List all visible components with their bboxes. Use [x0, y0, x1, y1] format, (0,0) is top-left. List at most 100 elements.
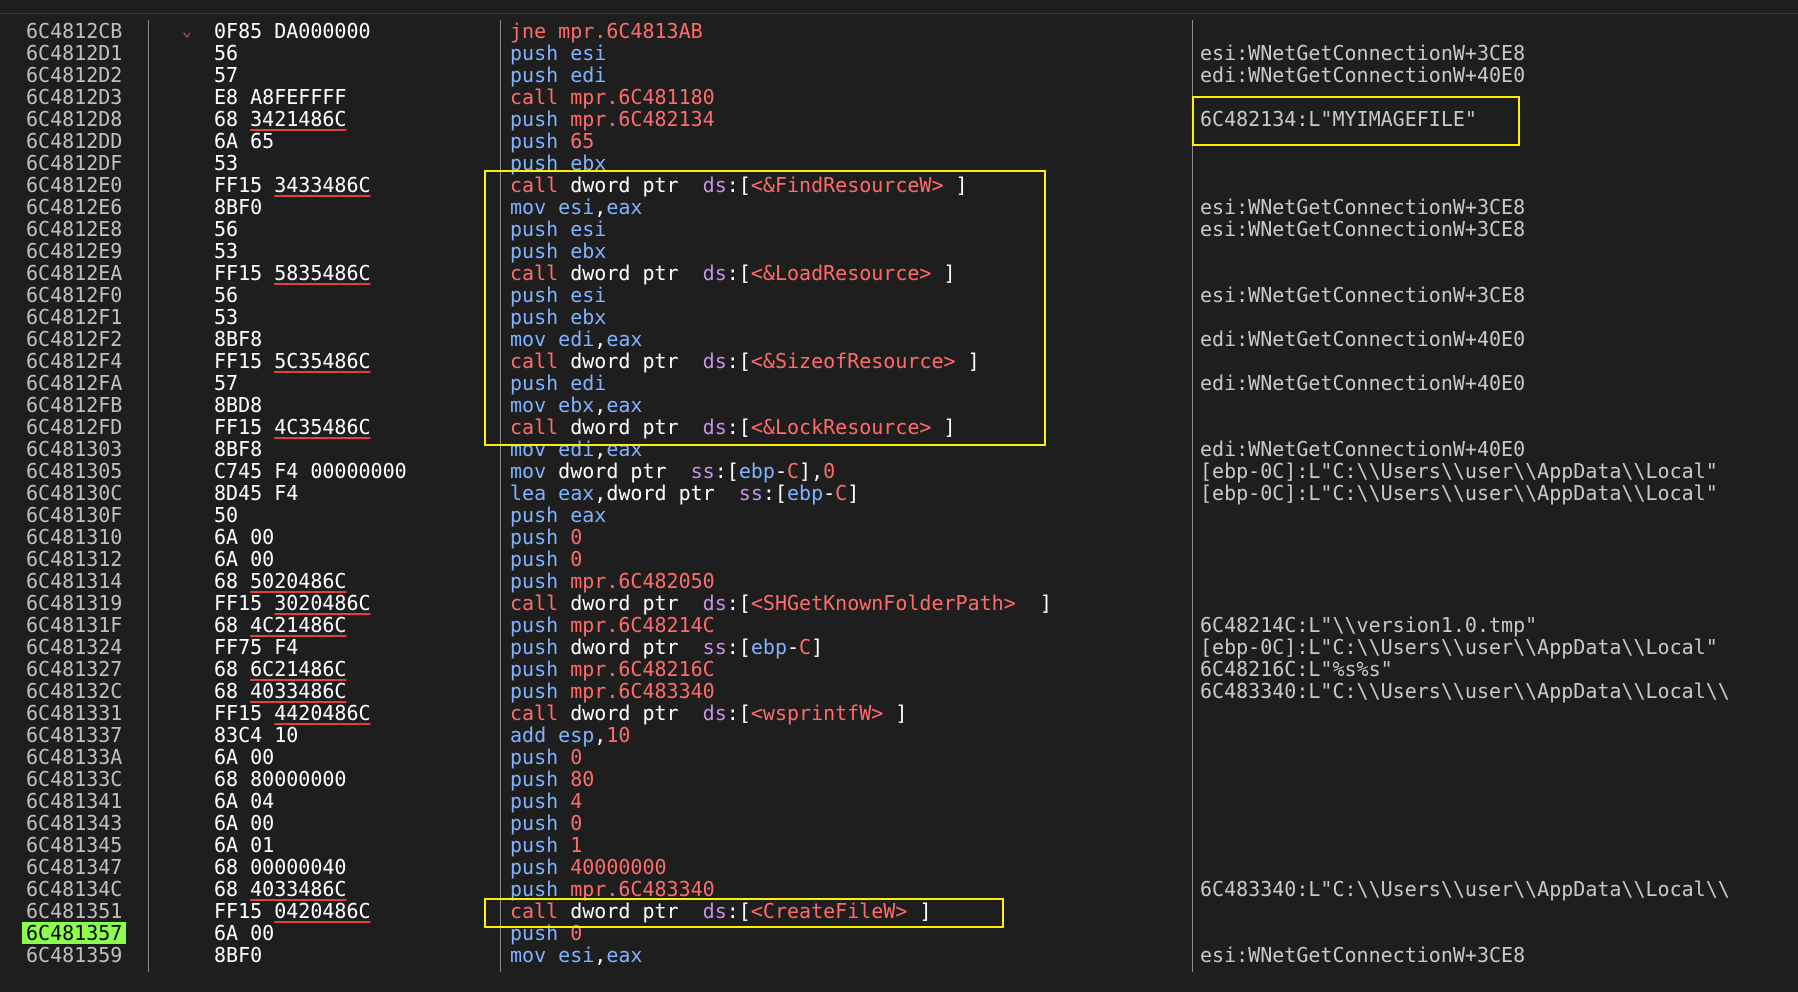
row-instruction[interactable]: push esi	[510, 42, 606, 64]
row-address[interactable]: 6C4812DD	[26, 130, 122, 152]
row-address[interactable]: 6C48133A	[26, 746, 122, 768]
row-address[interactable]: 6C481310	[26, 526, 122, 548]
row-address[interactable]: 6C48134C	[26, 878, 122, 900]
disasm-row[interactable]: 6C48134C 68 4033486C push mpr.6C483340 6C48…	[0, 878, 1798, 900]
disasm-row[interactable]: 6C481310 6A 00 push 0	[0, 526, 1798, 548]
row-address[interactable]: 6C481331	[26, 702, 122, 724]
row-bytes: 56	[214, 42, 238, 64]
disasm-row[interactable]: 6C481327 68 6C21486C push mpr.6C48216C 6C48…	[0, 658, 1798, 680]
disasm-row[interactable]: 6C481347 68 00000040 push 40000000	[0, 856, 1798, 878]
row-instruction[interactable]: push 0	[510, 526, 582, 548]
row-address[interactable]: 6C4812EA	[26, 262, 122, 284]
row-address[interactable]: 6C4812FB	[26, 394, 122, 416]
row-instruction[interactable]: push 4	[510, 790, 582, 812]
disasm-row[interactable]: 6C48130C 8D45 F4 lea eax,dword ptr ss:[ebp…	[0, 482, 1798, 504]
row-instruction[interactable]: push 1	[510, 834, 582, 856]
disasm-row[interactable]: 6C4812CB ⌄ 0F85 DA000000 jne mpr.6C4813AB	[0, 20, 1798, 42]
row-address[interactable]: 6C4812D3	[26, 86, 122, 108]
row-address[interactable]: 6C481314	[26, 570, 122, 592]
row-address[interactable]: 6C48133C	[26, 768, 122, 790]
disasm-row[interactable]: 6C481331 FF15 4420486C call dword ptr ds:[…	[0, 702, 1798, 724]
row-instruction[interactable]: push mpr.6C483340	[510, 878, 715, 900]
row-address[interactable]: 6C481351	[26, 900, 122, 922]
row-address[interactable]: 6C4812F0	[26, 284, 122, 306]
row-instruction[interactable]: add esp,10	[510, 724, 630, 746]
row-instruction[interactable]: push mpr.6C48216C	[510, 658, 715, 680]
disasm-row[interactable]: 6C481337 83C4 10 add esp,10	[0, 724, 1798, 746]
row-address[interactable]: 6C48130F	[26, 504, 122, 526]
row-instruction[interactable]: push eax	[510, 504, 606, 526]
row-address[interactable]: 6C48131F	[26, 614, 122, 636]
disasm-row[interactable]: 6C481324 FF75 F4 push dword ptr ss:[ebp-C]…	[0, 636, 1798, 658]
disasm-row[interactable]: 6C481319 FF15 3020486C call dword ptr ds:[…	[0, 592, 1798, 614]
row-address[interactable]: 6C4812D1	[26, 42, 122, 64]
row-address[interactable]: 6C4812E0	[26, 174, 122, 196]
row-instruction[interactable]: push mpr.6C482134	[510, 108, 715, 130]
row-address[interactable]: 6C481347	[26, 856, 122, 878]
row-address[interactable]: 6C4812D8	[26, 108, 122, 130]
disasm-row[interactable]: 6C481345 6A 01 push 1	[0, 834, 1798, 856]
row-instruction[interactable]: push 0	[510, 548, 582, 570]
row-instruction[interactable]: push edi	[510, 64, 606, 86]
row-address[interactable]: 6C4812E8	[26, 218, 122, 240]
row-address[interactable]: 6C481343	[26, 812, 122, 834]
row-address[interactable]: 6C4812D2	[26, 64, 122, 86]
row-instruction[interactable]: push mpr.6C483340	[510, 680, 715, 702]
disasm-row[interactable]: 6C48131F 68 4C21486C push mpr.6C48214C 6C48…	[0, 614, 1798, 636]
row-address[interactable]: 6C4812FA	[26, 372, 122, 394]
disasm-row[interactable]: 6C48132C 68 4033486C push mpr.6C483340 6C48…	[0, 680, 1798, 702]
row-address[interactable]: 6C481327	[26, 658, 122, 680]
row-address[interactable]: 6C481319	[26, 592, 122, 614]
row-address[interactable]: 6C481345	[26, 834, 122, 856]
row-instruction[interactable]: push mpr.6C48214C	[510, 614, 715, 636]
disasm-row[interactable]: 6C4812D3 E8 A8FEFFFF call mpr.6C481180	[0, 86, 1798, 108]
disasm-row[interactable]: 6C48130F 50 push eax	[0, 504, 1798, 526]
row-instruction[interactable]: push 0	[510, 812, 582, 834]
disasm-row[interactable]: 6C4812DD 6A 65 push 65	[0, 130, 1798, 152]
row-instruction[interactable]: call mpr.6C481180	[510, 86, 715, 108]
disasm-row[interactable]: 6C481314 68 5020486C push mpr.6C482050	[0, 570, 1798, 592]
row-instruction[interactable]: lea eax,dword ptr ss:[ebp-C]	[510, 482, 859, 504]
row-instruction[interactable]: push mpr.6C482050	[510, 570, 715, 592]
disasm-row[interactable]: 6C481341 6A 04 push 4	[0, 790, 1798, 812]
disasm-row[interactable]: 6C4812D2 57 push edi edi:WNetGetConnectionW…	[0, 64, 1798, 86]
row-address[interactable]: 6C4812F2	[26, 328, 122, 350]
row-address[interactable]: 6C4812CB	[26, 20, 122, 42]
row-instruction[interactable]: push 40000000	[510, 856, 667, 878]
row-instruction[interactable]: call dword ptr ds:[<SHGetKnownFolderPath…	[510, 592, 1052, 614]
row-instruction[interactable]: push 65	[510, 130, 594, 152]
row-address[interactable]: 6C4812F4	[26, 350, 122, 372]
row-address[interactable]: 6C481312	[26, 548, 122, 570]
row-address[interactable]: 6C481337	[26, 724, 122, 746]
row-address[interactable]: 6C4812FD	[26, 416, 122, 438]
row-address[interactable]: 6C48132C	[26, 680, 122, 702]
row-address[interactable]: 6C4812F1	[26, 306, 122, 328]
current-instruction-address[interactable]: 6C481357	[22, 922, 127, 944]
row-address[interactable]: 6C481303	[26, 438, 122, 460]
row-instruction[interactable]: mov dword ptr ss:[ebp-C],0	[510, 460, 835, 482]
row-address[interactable]: 6C481359	[26, 944, 122, 966]
disasm-row[interactable]: 6C481305 C745 F4 00000000 mov dword ptr ss…	[0, 460, 1798, 482]
row-address[interactable]: 6C48130C	[26, 482, 122, 504]
disasm-row[interactable]: 6C4812D1 56 push esi esi:WNetGetConnectionW…	[0, 42, 1798, 64]
row-address[interactable]: 6C4812E9	[26, 240, 122, 262]
row-instruction[interactable]: call dword ptr ds:[<wsprintfW> ]	[510, 702, 907, 724]
disasm-row[interactable]: 6C48133A 6A 00 push 0	[0, 746, 1798, 768]
row-instruction[interactable]: mov esi,eax	[510, 944, 642, 966]
row-address[interactable]: 6C4812E6	[26, 196, 122, 218]
row-instruction[interactable]: push dword ptr ss:[ebp-C]	[510, 636, 823, 658]
row-address[interactable]: 6C481324	[26, 636, 122, 658]
disasm-row[interactable]: 6C481359 8BF0 mov esi,eax esi:WNetGetConnec…	[0, 944, 1798, 966]
disasm-row[interactable]: 6C4812D8 68 3421486C push mpr.6C482134 6C48…	[0, 108, 1798, 130]
jump-arrow-icon[interactable]: ⌄	[182, 20, 192, 42]
disassembly-listing[interactable]: 6C4812CB ⌄ 0F85 DA000000 jne mpr.6C4813AB 6C…	[0, 20, 1798, 966]
row-instruction[interactable]: jne mpr.6C4813AB	[510, 20, 703, 42]
row-instruction[interactable]: push 0	[510, 746, 582, 768]
disasm-row[interactable]: 6C48133C 68 80000000 push 80	[0, 768, 1798, 790]
disasm-row[interactable]: 6C481343 6A 00 push 0	[0, 812, 1798, 834]
disasm-row[interactable]: 6C481312 6A 00 push 0	[0, 548, 1798, 570]
row-address[interactable]: 6C481305	[26, 460, 122, 482]
row-address[interactable]: 6C4812DF	[26, 152, 122, 174]
row-instruction[interactable]: push 80	[510, 768, 594, 790]
row-address[interactable]: 6C481341	[26, 790, 122, 812]
